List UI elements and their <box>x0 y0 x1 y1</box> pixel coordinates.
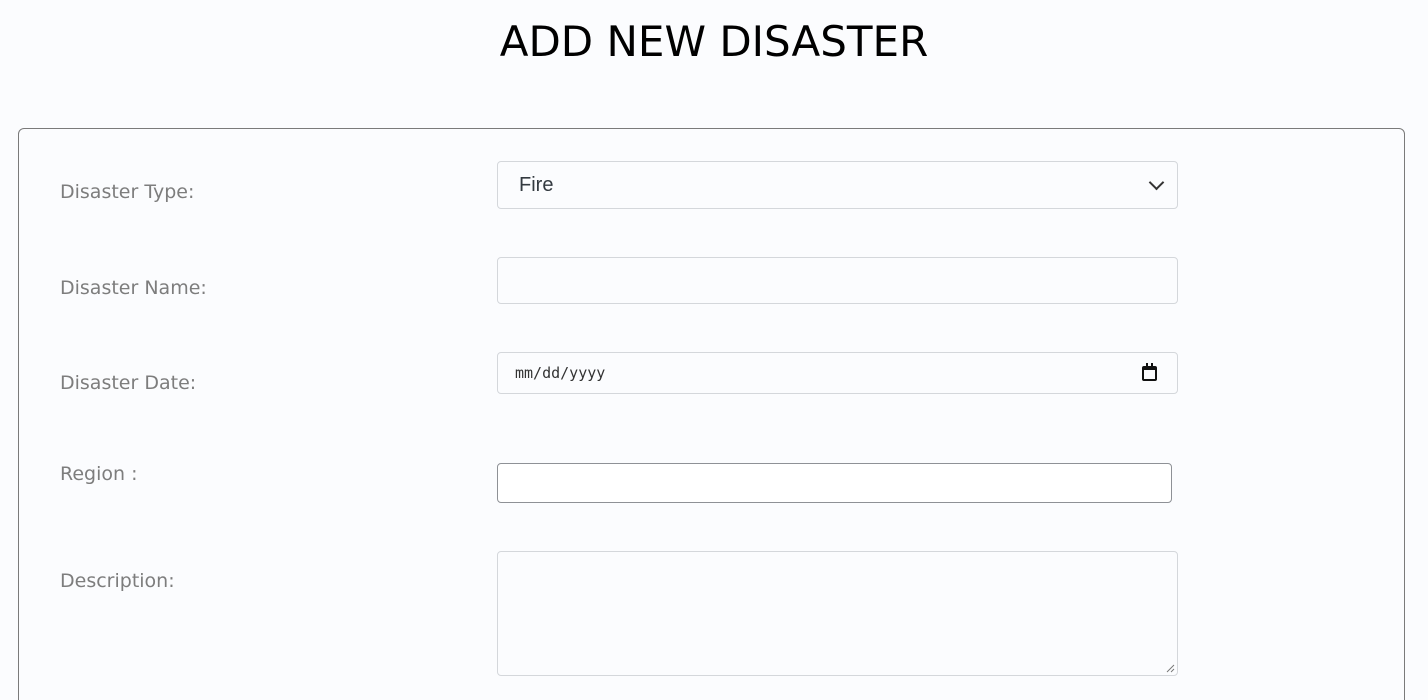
disaster-type-selected-value: Fire <box>519 173 554 196</box>
disaster-name-label: Disaster Name: <box>60 277 207 299</box>
disaster-date-input[interactable]: mm/dd/yyyy <box>497 352 1178 394</box>
disaster-name-input[interactable] <box>497 257 1178 304</box>
disaster-type-label: Disaster Type: <box>60 181 195 203</box>
region-input[interactable] <box>497 463 1172 503</box>
calendar-icon[interactable] <box>1142 362 1157 381</box>
disaster-date-placeholder: mm/dd/yyyy <box>515 364 606 382</box>
disaster-form: Disaster Type: Fire Disaster Name: Disas… <box>18 128 1405 700</box>
disaster-date-label: Disaster Date: <box>60 372 197 394</box>
chevron-down-icon[interactable] <box>1148 174 1165 190</box>
region-label: Region : <box>60 463 138 485</box>
disaster-type-select[interactable]: Fire <box>497 161 1178 209</box>
page-title: ADD NEW DISASTER <box>499 17 929 66</box>
description-textarea[interactable] <box>497 551 1178 676</box>
description-label: Description: <box>60 570 175 592</box>
page: ADD NEW DISASTER Disaster Type: Fire Dis… <box>0 0 1428 700</box>
resize-grip-icon[interactable] <box>1165 663 1175 673</box>
